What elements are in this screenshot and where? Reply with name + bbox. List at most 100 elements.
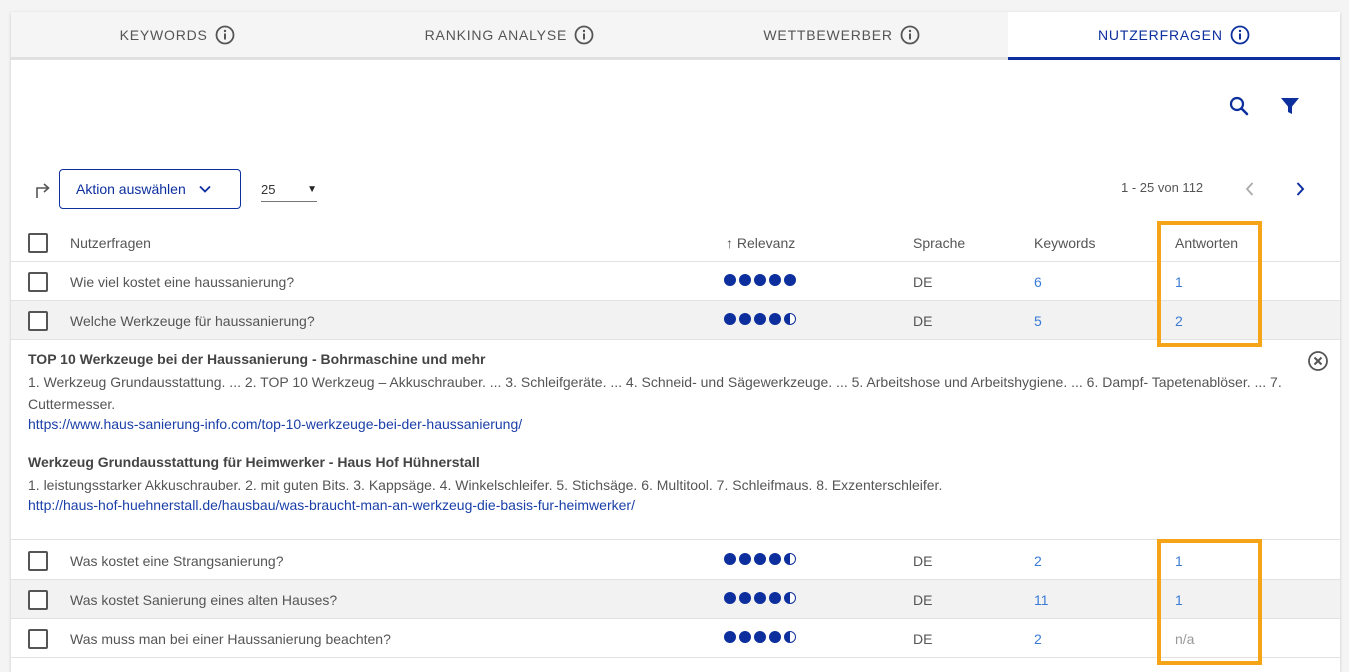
relevance-dot [754, 631, 766, 643]
relevance-dot [739, 631, 751, 643]
header-relevance[interactable]: ↑ Relevanz [726, 235, 795, 251]
relevance-dot [769, 553, 781, 565]
relevance-dot [724, 274, 736, 286]
tab-label: KEYWORDS [119, 26, 208, 43]
question-text: Was muss man bei einer Haussanierung bea… [70, 631, 391, 647]
relevance-dot [784, 274, 796, 286]
header-relevance-label: Relevanz [736, 235, 796, 251]
info-icon[interactable] [1230, 25, 1250, 45]
answers-panel: TOP 10 Werkzeuge bei der Haussanierung -… [11, 340, 1340, 540]
question-text: Was kostet eine Strangsanierung? [70, 553, 284, 569]
action-select-label: Aktion auswählen [76, 181, 186, 197]
search-icon[interactable] [1228, 95, 1250, 117]
header-language[interactable]: Sprache [913, 235, 965, 251]
language-value: DE [913, 592, 933, 608]
highlight-box [1157, 539, 1262, 665]
relevance-dot-half [784, 553, 796, 565]
tab-wettbewerber[interactable]: WETTBEWERBER [675, 12, 1008, 57]
language-value: DE [913, 313, 933, 329]
row-checkbox[interactable] [28, 311, 48, 331]
relevance-dot [724, 631, 736, 643]
answer-item: TOP 10 Werkzeuge bei der Haussanierung -… [28, 351, 1298, 432]
question-text: Wie viel kostet eine haussanierung? [70, 274, 295, 290]
relevance-dot [754, 553, 766, 565]
header-keywords[interactable]: Keywords [1034, 235, 1095, 251]
main-card: KEYWORDS RANKING ANALYSE WETTBEWERBER NU… [11, 12, 1340, 672]
row-checkbox[interactable] [28, 590, 48, 610]
tab-ranking-analyse[interactable]: RANKING ANALYSE [343, 12, 676, 57]
per-page-value: 25 [261, 182, 276, 197]
relevance-dots [724, 274, 796, 286]
chevron-down-icon [199, 185, 211, 193]
answer-title: TOP 10 Werkzeuge bei der Haussanierung -… [28, 351, 486, 367]
table-row[interactable]: Was muss man bei einer Haussanierung bea… [11, 619, 1340, 658]
relevance-dots [724, 631, 796, 643]
table-row[interactable]: Was kostet eine Strangsanierung? DE 2 1 [11, 541, 1340, 580]
tab-label: NUTZERFRAGEN [1098, 26, 1223, 43]
relevance-dot [739, 274, 751, 286]
row-checkbox[interactable] [28, 629, 48, 649]
keywords-link[interactable]: 2 [1034, 631, 1042, 647]
relevance-dot [724, 592, 736, 604]
relevance-dot-half [784, 313, 796, 325]
relevance-dot-half [784, 592, 796, 604]
tab-label: WETTBEWERBER [763, 26, 893, 43]
tab-nutzerfragen[interactable]: NUTZERFRAGEN [1007, 12, 1340, 60]
chevron-left-icon[interactable] [1239, 178, 1261, 200]
row-checkbox[interactable] [28, 272, 48, 292]
relevance-dot [769, 631, 781, 643]
relevance-dots [724, 592, 796, 604]
relevance-dot-half [784, 631, 796, 643]
table-row[interactable]: Welche Werkzeuge für haussanierung? DE 5… [11, 301, 1340, 340]
answer-text: 1. leistungsstarker Akkuschrauber. 2. mi… [28, 477, 943, 493]
answer-item: Werkzeug Grundausstattung für Heimwerker… [28, 454, 1298, 513]
language-value: DE [913, 553, 933, 569]
caret-down-icon: ▼ [307, 184, 317, 195]
relevance-dot [724, 313, 736, 325]
close-icon[interactable] [1307, 350, 1329, 372]
action-select-button[interactable]: Aktion auswählen [59, 169, 241, 209]
sort-arrow-up-icon: ↑ [726, 235, 737, 251]
relevance-dot [754, 313, 766, 325]
relevance-dot [769, 592, 781, 604]
info-icon[interactable] [900, 25, 920, 45]
language-value: DE [913, 631, 933, 647]
question-text: Welche Werkzeuge für haussanierung? [70, 313, 315, 329]
relevance-dot [724, 553, 736, 565]
info-icon[interactable] [215, 25, 235, 45]
relevance-dot [769, 274, 781, 286]
row-checkbox[interactable] [28, 551, 48, 571]
keywords-link[interactable]: 5 [1034, 313, 1042, 329]
info-icon[interactable] [574, 25, 594, 45]
answer-title: Werkzeug Grundausstattung für Heimwerker… [28, 454, 480, 470]
keywords-link[interactable]: 6 [1034, 274, 1042, 290]
table-header: Nutzerfragen ↑ Relevanz Sprache Keywords… [11, 223, 1340, 262]
filter-icon[interactable] [1279, 95, 1301, 117]
relevance-dot [769, 313, 781, 325]
select-all-checkbox[interactable] [28, 233, 48, 253]
tab-label: RANKING ANALYSE [424, 26, 568, 43]
header-question[interactable]: Nutzerfragen [70, 235, 151, 251]
answer-link[interactable]: http://haus-hof-huehnerstall.de/hausbau/… [28, 497, 1298, 513]
language-value: DE [913, 274, 933, 290]
relevance-dot [739, 592, 751, 604]
relevance-dots [724, 313, 796, 325]
relevance-dot [739, 553, 751, 565]
answer-link[interactable]: https://www.haus-sanierung-info.com/top-… [28, 416, 1298, 432]
tab-bar: KEYWORDS RANKING ANALYSE WETTBEWERBER NU… [11, 12, 1340, 60]
keywords-link[interactable]: 11 [1034, 592, 1049, 608]
table-row[interactable]: Was kostet Sanierung eines alten Hauses?… [11, 580, 1340, 619]
redirect-arrow-icon [36, 183, 50, 198]
question-text: Was kostet Sanierung eines alten Hauses? [70, 592, 338, 608]
per-page-select[interactable]: 25 ▼ [261, 178, 317, 202]
chevron-right-icon[interactable] [1289, 178, 1311, 200]
answer-text: 1. Werkzeug Grundausstattung. ... 2. TOP… [28, 374, 1282, 412]
relevance-dot [754, 592, 766, 604]
highlight-box [1157, 221, 1262, 347]
table-row[interactable]: Wie viel kostet eine haussanierung? DE 6… [11, 262, 1340, 301]
tab-keywords[interactable]: KEYWORDS [11, 12, 344, 57]
relevance-dot [754, 274, 766, 286]
relevance-dot [739, 313, 751, 325]
pagination-label: 1 - 25 von 112 [1121, 180, 1204, 195]
keywords-link[interactable]: 2 [1034, 553, 1042, 569]
